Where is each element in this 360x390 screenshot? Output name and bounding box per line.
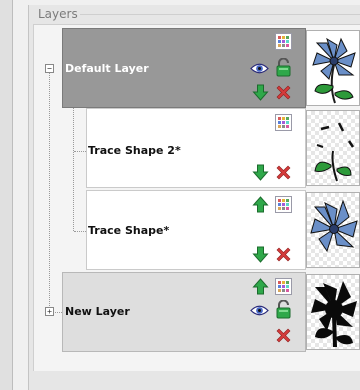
red-x-icon[interactable] bbox=[275, 327, 292, 344]
grid-properties-icon[interactable] bbox=[275, 33, 292, 50]
panel-title-divider bbox=[80, 14, 360, 15]
green-down-arrow-icon[interactable] bbox=[252, 84, 269, 101]
red-x-icon[interactable] bbox=[275, 246, 292, 263]
tree-branch-trace-shape bbox=[74, 231, 86, 232]
grid-properties-icon[interactable] bbox=[275, 114, 292, 131]
green-down-arrow-icon[interactable] bbox=[252, 164, 269, 181]
layer-thumbnail-trace-shape bbox=[306, 192, 360, 268]
layer-name-default-layer: Default Layer bbox=[65, 62, 149, 75]
expand-toggle-new-layer[interactable]: + bbox=[45, 307, 54, 316]
layer-thumbnail-default-layer bbox=[306, 30, 360, 106]
layer-name-trace-shape: Trace Shape* bbox=[88, 224, 170, 237]
green-up-arrow-icon[interactable] bbox=[252, 278, 269, 295]
red-x-icon[interactable] bbox=[275, 164, 292, 181]
left-scroll-strip bbox=[0, 0, 13, 390]
layer-thumbnail-trace-shape-2 bbox=[306, 110, 360, 186]
red-x-icon[interactable] bbox=[275, 84, 292, 101]
tree-line-children bbox=[73, 108, 74, 231]
grid-properties-icon[interactable] bbox=[275, 196, 292, 213]
layer-thumbnail-new-layer bbox=[306, 274, 360, 350]
padlock-icon[interactable] bbox=[275, 300, 292, 319]
green-up-arrow-icon[interactable] bbox=[252, 196, 269, 213]
layer-name-trace-shape-2: Trace Shape 2* bbox=[88, 144, 181, 157]
tree-branch-trace-shape-2 bbox=[74, 151, 86, 152]
layer-name-new-layer: New Layer bbox=[65, 305, 130, 318]
eye-icon[interactable] bbox=[250, 60, 269, 77]
eye-icon[interactable] bbox=[250, 302, 269, 319]
tree-line-root bbox=[49, 72, 50, 312]
grid-properties-icon[interactable] bbox=[275, 278, 292, 295]
padlock-icon[interactable] bbox=[275, 58, 292, 77]
panel-title: Layers bbox=[38, 7, 78, 21]
green-down-arrow-icon[interactable] bbox=[252, 246, 269, 263]
collapse-toggle-default-layer[interactable]: − bbox=[45, 64, 54, 73]
